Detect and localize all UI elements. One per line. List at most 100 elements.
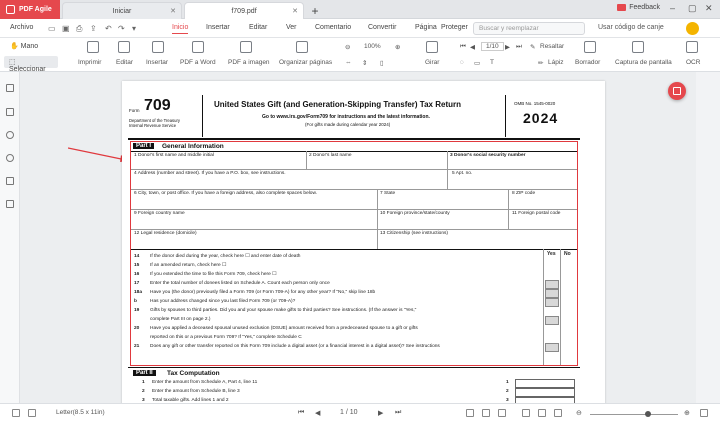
menu-file[interactable]: Archivo bbox=[10, 24, 33, 31]
screenshot-icon[interactable] bbox=[632, 41, 644, 53]
menu-comment[interactable]: Comentario bbox=[315, 24, 351, 31]
zoom-slider[interactable] bbox=[590, 411, 678, 417]
spread-icon[interactable] bbox=[538, 409, 546, 417]
highlight-button[interactable]: Resaltar bbox=[540, 43, 564, 50]
tax-amount-field[interactable] bbox=[515, 388, 575, 397]
text-box-icon[interactable]: T bbox=[490, 59, 494, 66]
menu-insert[interactable]: Insertar bbox=[206, 24, 230, 31]
word-icon[interactable] bbox=[192, 41, 204, 53]
pdf-to-word-button[interactable]: PDF a Word bbox=[180, 59, 216, 66]
bookmarks-icon[interactable] bbox=[6, 108, 14, 116]
pencil-button[interactable]: Lápiz bbox=[548, 59, 564, 66]
first-page-button[interactable]: ⏮ bbox=[298, 409, 304, 417]
instructions-link: Go to www.irs.gov/Form709 for instructio… bbox=[262, 114, 430, 120]
print-icon[interactable]: ⎙ bbox=[76, 24, 82, 34]
document-viewer[interactable]: Form 709 Department of the Treasury Inte… bbox=[20, 72, 696, 403]
right-sidebar bbox=[696, 72, 720, 403]
close-icon[interactable]: ✕ bbox=[170, 7, 176, 15]
insert-button[interactable]: Insertar bbox=[146, 59, 168, 66]
floating-action-button[interactable] bbox=[668, 82, 686, 100]
last-page-icon[interactable]: ⏭ bbox=[516, 43, 522, 51]
first-page-icon[interactable]: ⏮ bbox=[460, 43, 466, 51]
menu-page[interactable]: Página bbox=[415, 24, 437, 31]
highlighter-icon[interactable]: ✎ bbox=[530, 43, 535, 51]
fullscreen-icon[interactable] bbox=[700, 409, 708, 417]
rotate-icon[interactable] bbox=[426, 41, 438, 53]
new-tab-button[interactable]: + bbox=[306, 2, 324, 19]
fit-page-icon[interactable]: ⇕ bbox=[362, 59, 367, 67]
edit-icon[interactable] bbox=[118, 41, 130, 53]
insert-icon[interactable] bbox=[152, 41, 164, 53]
hand-tool[interactable]: ✋ Mano bbox=[10, 42, 38, 50]
tax-amount-field[interactable] bbox=[515, 379, 575, 388]
book-view-icon[interactable] bbox=[554, 409, 562, 417]
next-page-button[interactable]: ▶ bbox=[378, 409, 383, 417]
avatar[interactable] bbox=[686, 22, 699, 35]
note-icon[interactable]: ▭ bbox=[474, 59, 480, 67]
eraser-icon[interactable] bbox=[584, 41, 596, 53]
pdf-to-image-button[interactable]: PDF a imagen bbox=[228, 59, 270, 66]
fit-icon[interactable] bbox=[28, 409, 36, 417]
thumbnails-icon[interactable] bbox=[6, 84, 14, 92]
page-number-input[interactable]: 1/10 bbox=[481, 42, 504, 51]
thumbnail-toggle-icon[interactable] bbox=[12, 409, 20, 417]
app-tab[interactable]: PDF Agile bbox=[0, 0, 60, 19]
search-input[interactable]: Buscar y reemplazar bbox=[473, 22, 585, 35]
fit-width-icon[interactable]: ⇔ bbox=[345, 59, 352, 66]
chevron-down-icon[interactable]: ▾ bbox=[132, 24, 136, 33]
undo-icon[interactable]: ↶ bbox=[105, 24, 112, 33]
print-button[interactable]: Imprimir bbox=[78, 59, 101, 66]
prev-page-icon[interactable]: ◀ bbox=[470, 43, 475, 51]
redo-icon[interactable]: ↷ bbox=[118, 24, 125, 33]
next-page-icon[interactable]: ▶ bbox=[505, 43, 510, 51]
search-icon[interactable] bbox=[6, 154, 14, 162]
menu-edit[interactable]: Editar bbox=[249, 24, 267, 31]
minimize-icon[interactable]: – bbox=[670, 3, 675, 13]
screenshot-button[interactable]: Captura de pantalla bbox=[615, 59, 672, 66]
image-icon[interactable] bbox=[240, 41, 252, 53]
mail-icon bbox=[617, 4, 627, 11]
ocr-icon[interactable] bbox=[686, 41, 698, 53]
select-tool[interactable]: ⬚ Seleccionar bbox=[4, 56, 58, 73]
close-window-icon[interactable]: ✕ bbox=[705, 3, 713, 14]
two-page-icon[interactable] bbox=[482, 409, 490, 417]
menu-home[interactable]: Inicio bbox=[172, 24, 189, 34]
zoom-out-icon[interactable]: ⊖ bbox=[345, 43, 350, 51]
layers-icon[interactable] bbox=[6, 200, 14, 208]
open-icon[interactable]: ▭ bbox=[48, 24, 56, 33]
maximize-icon[interactable]: ▢ bbox=[688, 3, 697, 14]
lasso-icon[interactable]: ◌ bbox=[460, 59, 464, 66]
page-navigator[interactable]: 1 / 10 bbox=[340, 409, 358, 416]
last-page-button[interactable]: ⏭ bbox=[395, 409, 401, 417]
attachment-icon[interactable] bbox=[6, 177, 14, 185]
annotation-icon[interactable] bbox=[6, 131, 14, 139]
scroll-view-icon[interactable] bbox=[498, 409, 506, 417]
continuous-icon[interactable] bbox=[522, 409, 530, 417]
prev-page-button[interactable]: ◀ bbox=[315, 409, 320, 417]
tab-home[interactable]: Iniciar ✕ bbox=[62, 2, 182, 19]
organize-icon[interactable] bbox=[296, 41, 308, 53]
zoom-out-icon[interactable]: ⊖ bbox=[576, 409, 582, 417]
eraser-button[interactable]: Borrador bbox=[575, 59, 600, 66]
ocr-button[interactable]: OCR bbox=[686, 59, 700, 66]
rotate-button[interactable]: Girar bbox=[425, 59, 439, 66]
menu-protect[interactable]: Proteger bbox=[441, 24, 468, 31]
edit-button[interactable]: Editar bbox=[116, 59, 133, 66]
close-icon[interactable]: ✕ bbox=[292, 7, 298, 15]
tab-document[interactable]: f709.pdf ✕ bbox=[184, 2, 304, 19]
single-page-icon[interactable] bbox=[466, 409, 474, 417]
print-icon[interactable] bbox=[87, 41, 99, 53]
single-page-icon[interactable]: ▯ bbox=[380, 59, 384, 67]
menu-view[interactable]: Ver bbox=[286, 24, 297, 31]
zoom-in-icon[interactable]: ⊕ bbox=[395, 43, 400, 51]
save-icon[interactable]: ▣ bbox=[62, 24, 70, 33]
menu-convert[interactable]: Convertir bbox=[368, 24, 396, 31]
zoom-in-icon[interactable]: ⊕ bbox=[684, 409, 690, 417]
pencil-icon[interactable]: ✏ bbox=[538, 59, 543, 67]
feedback-button[interactable]: Feedback bbox=[617, 4, 660, 11]
zoom-slider-handle[interactable] bbox=[645, 411, 651, 417]
zoom-value[interactable]: 100% bbox=[364, 43, 381, 50]
organize-pages-button[interactable]: Organizar páginas bbox=[279, 59, 332, 66]
redeem-code-link[interactable]: Usar código de canje bbox=[598, 24, 664, 31]
share-icon[interactable]: ⇪ bbox=[90, 24, 97, 33]
